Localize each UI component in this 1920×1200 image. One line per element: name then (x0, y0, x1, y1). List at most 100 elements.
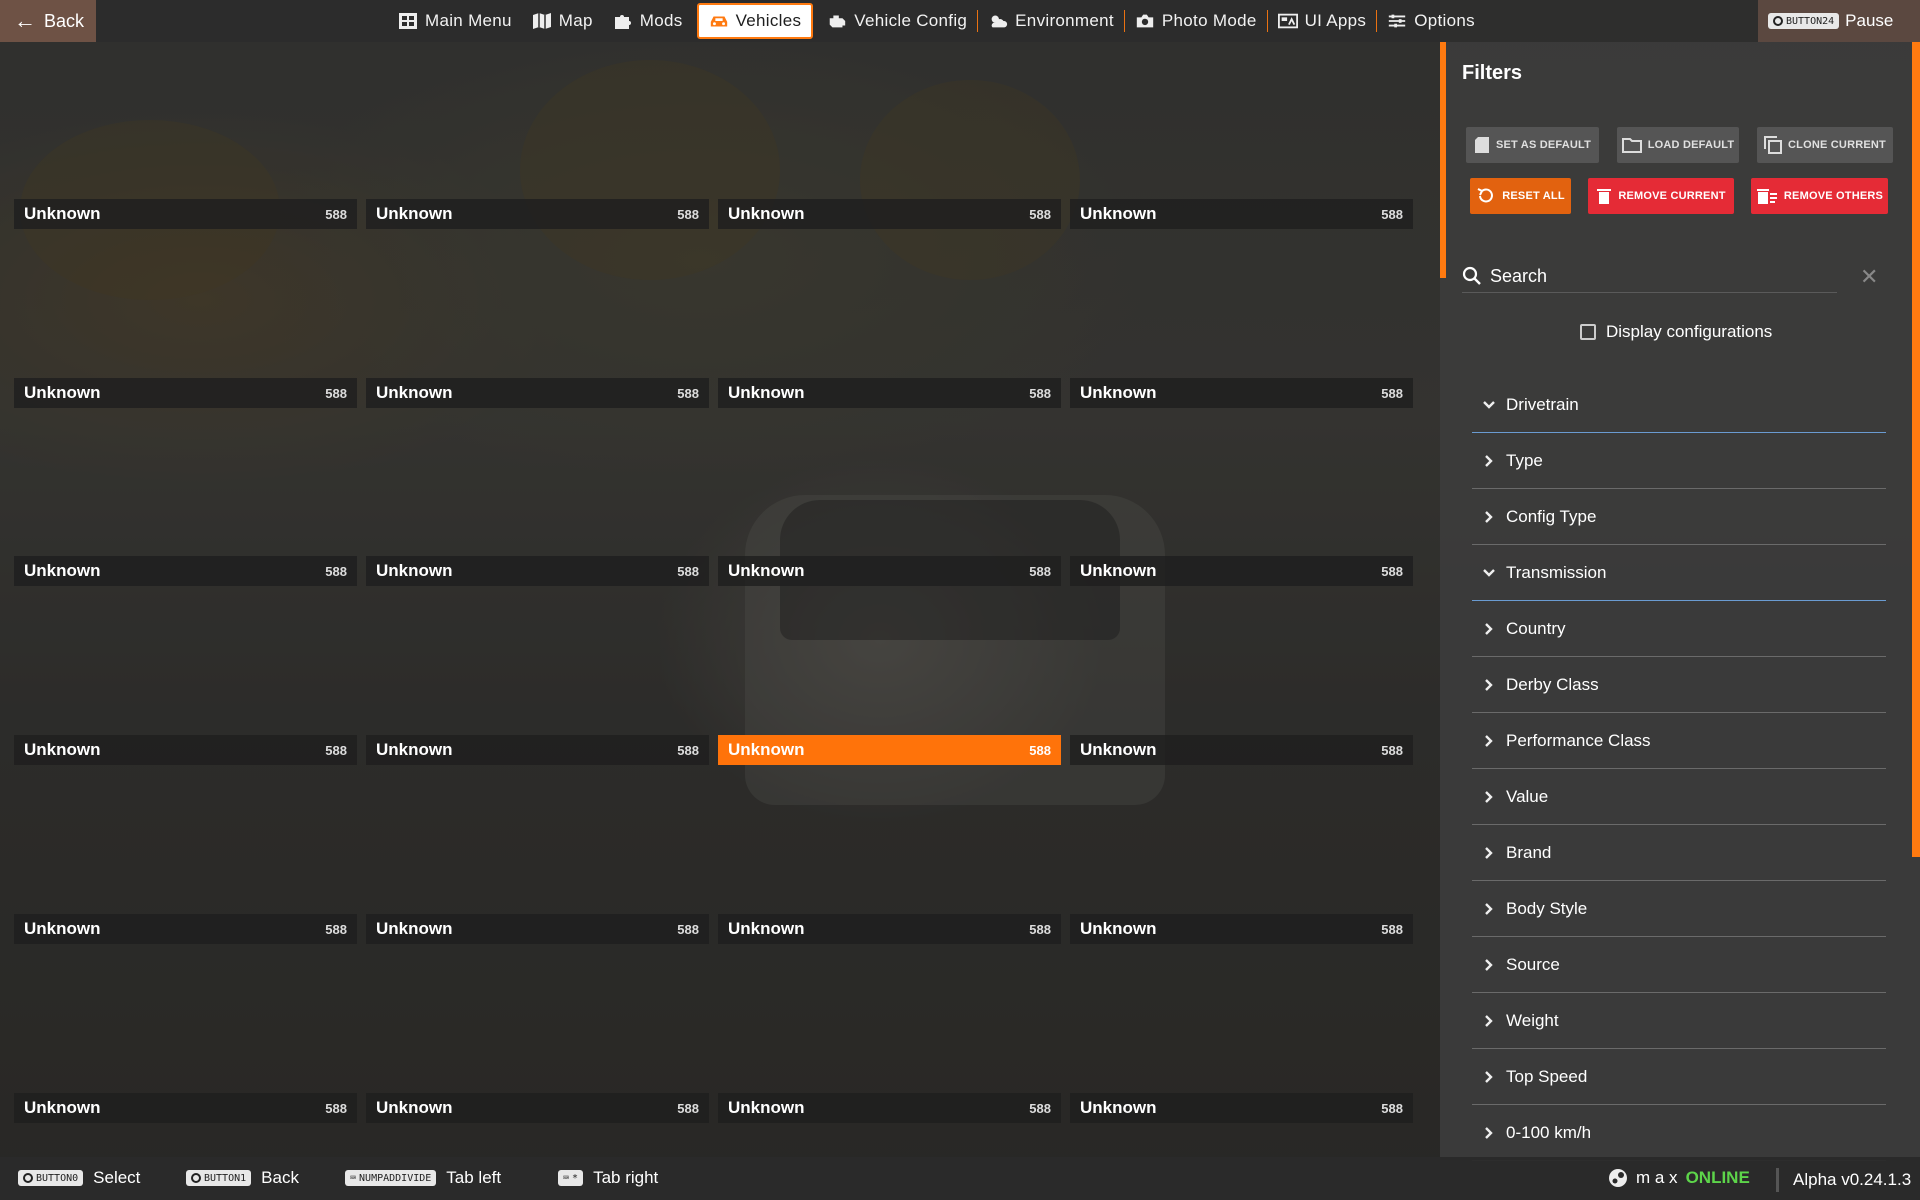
filter-category[interactable]: Value (1472, 770, 1886, 825)
display-configurations-checkbox[interactable] (1580, 324, 1596, 340)
vehicle-name: Unknown (376, 383, 453, 402)
vehicle-tile[interactable]: Unknown 588 (366, 914, 709, 944)
clear-search-icon[interactable]: ✕ (1860, 264, 1878, 290)
vehicle-tile[interactable]: Unknown 588 (718, 378, 1061, 408)
vehicle-count: 588 (677, 385, 699, 401)
panel-accent-bar (1440, 42, 1446, 278)
filter-category[interactable]: Config Type (1472, 490, 1886, 545)
chevron-right-icon (1482, 846, 1496, 860)
display-configurations-toggle[interactable]: Display configurations (1580, 322, 1772, 342)
vehicle-count: 588 (677, 921, 699, 937)
vehicle-name: Unknown (1080, 1098, 1157, 1117)
vehicle-count: 588 (325, 385, 347, 401)
filter-category-label: Body Style (1506, 899, 1588, 918)
vehicle-name: Unknown (24, 740, 101, 759)
weather-icon (988, 12, 1008, 30)
back-label: Back (44, 10, 85, 31)
nav-environment[interactable]: Environment (978, 3, 1124, 39)
filter-category[interactable]: Drivetrain (1472, 378, 1886, 433)
vehicle-tile[interactable]: Unknown 588 (366, 735, 709, 765)
vehicle-tile[interactable]: Unknown 588 (366, 1093, 709, 1123)
filter-category[interactable]: Source (1472, 938, 1886, 993)
vehicle-tile[interactable]: Unknown 588 (1070, 735, 1413, 765)
vehicle-tile[interactable]: Unknown 588 (14, 199, 357, 229)
vehicle-name: Unknown (24, 1098, 101, 1117)
vehicle-name: Unknown (376, 1098, 453, 1117)
vehicle-tile[interactable]: Unknown 588 (14, 914, 357, 944)
vehicle-tile[interactable]: Unknown 588 (718, 1093, 1061, 1123)
main-nav: Main Menu Map Mods Vehicles Vehicle Conf… (388, 0, 1485, 42)
hint-select[interactable]: BUTTON0 Select (18, 1168, 140, 1188)
filter-category-label: 0-100 km/h (1506, 1123, 1592, 1142)
nav-label: Map (558, 11, 593, 30)
remove-others-button[interactable]: REMOVE OTHERS (1751, 178, 1888, 214)
filters-scrollbar[interactable] (1912, 42, 1920, 857)
filter-category[interactable]: 0-100 km/h (1472, 1106, 1886, 1161)
nav-vehicle-config[interactable]: Vehicle Config (817, 3, 977, 39)
vehicle-count: 588 (1029, 206, 1051, 222)
nav-label: UI Apps (1304, 11, 1367, 30)
user-status[interactable]: m a x ONLINE (1608, 1168, 1750, 1188)
nav-mods[interactable]: Mods (603, 3, 693, 39)
vehicle-tile[interactable]: Unknown 588 (1070, 199, 1413, 229)
hint-tab-right[interactable]: ⌨ * Tab right (558, 1168, 658, 1188)
set-as-default-button[interactable]: SET AS DEFAULT (1466, 127, 1599, 163)
load-default-button[interactable]: LOAD DEFAULT (1617, 127, 1739, 163)
vehicle-tile[interactable]: Unknown 588 (1070, 556, 1413, 586)
vehicle-tile[interactable]: Unknown 588 (14, 556, 357, 586)
puzzle-icon (613, 12, 633, 30)
vehicle-tile[interactable]: Unknown 588 (14, 735, 357, 765)
vehicle-tile[interactable]: Unknown 588 (1070, 914, 1413, 944)
vehicle-tile[interactable]: Unknown 588 (366, 378, 709, 408)
version-label: Alpha v0.24.1.3 (1776, 1168, 1911, 1192)
filter-category[interactable]: Performance Class (1472, 714, 1886, 769)
search-input[interactable] (1488, 264, 1822, 288)
hint-back[interactable]: BUTTON1 Back (186, 1168, 299, 1188)
filter-category[interactable]: Country (1472, 602, 1886, 657)
filter-category[interactable]: Derby Class (1472, 658, 1886, 713)
hint-tab-left[interactable]: ⌨ NUMPADDIVIDE Tab left (345, 1168, 501, 1188)
nav-label: Vehicle Config (854, 11, 968, 30)
vehicle-tile[interactable]: Unknown 588 (718, 735, 1061, 765)
reset-all-button[interactable]: RESET ALL (1470, 178, 1571, 214)
vehicle-name: Unknown (728, 740, 805, 759)
filter-category-label: Drivetrain (1506, 395, 1579, 414)
vehicle-count: 588 (677, 742, 699, 758)
chevron-right-icon (1482, 510, 1496, 524)
vehicle-tile[interactable]: Unknown 588 (718, 556, 1061, 586)
vehicle-tile[interactable]: Unknown 588 (366, 556, 709, 586)
nav-map[interactable]: Map (522, 3, 603, 39)
vehicle-tile[interactable]: Unknown 588 (14, 378, 357, 408)
trash-list-icon (1756, 189, 1777, 204)
nav-options[interactable]: Options (1377, 3, 1485, 39)
pause-button[interactable]: BUTTON24 Pause (1758, 0, 1920, 42)
filter-category[interactable]: Type (1472, 434, 1886, 489)
remove-current-button[interactable]: REMOVE CURRENT (1588, 178, 1734, 214)
nav-ui-apps[interactable]: UI Apps (1268, 3, 1377, 39)
vehicle-tile[interactable]: Unknown 588 (718, 914, 1061, 944)
vehicle-tile[interactable]: Unknown 588 (1070, 378, 1413, 408)
vehicle-tile[interactable]: Unknown 588 (718, 199, 1061, 229)
vehicle-tile[interactable]: Unknown 588 (366, 199, 709, 229)
back-button[interactable]: ← Back (0, 0, 96, 42)
chevron-right-icon (1482, 1014, 1496, 1028)
filter-category[interactable]: Top Speed (1472, 1050, 1886, 1105)
vehicle-tile[interactable]: Unknown 588 (14, 1093, 357, 1123)
filter-category[interactable]: Weight (1472, 994, 1886, 1049)
filter-category-label: Country (1506, 619, 1566, 638)
nav-label: Photo Mode (1161, 11, 1257, 30)
filter-category[interactable]: Transmission (1472, 546, 1886, 601)
vehicle-count: 588 (1381, 742, 1403, 758)
nav-vehicles[interactable]: Vehicles (696, 3, 814, 39)
filter-category[interactable]: Body Style (1472, 882, 1886, 937)
search-icon (1462, 266, 1481, 285)
filter-category[interactable]: Brand (1472, 826, 1886, 881)
nav-main-menu[interactable]: Main Menu (388, 3, 522, 39)
chevron-right-icon (1482, 958, 1496, 972)
vehicle-tile[interactable]: Unknown 588 (1070, 1093, 1413, 1123)
clone-current-button[interactable]: CLONE CURRENT (1757, 127, 1893, 163)
vehicle-count: 588 (1381, 206, 1403, 222)
vehicle-name: Unknown (1080, 561, 1157, 580)
vehicle-count: 588 (1381, 921, 1403, 937)
nav-photo-mode[interactable]: Photo Mode (1125, 3, 1267, 39)
